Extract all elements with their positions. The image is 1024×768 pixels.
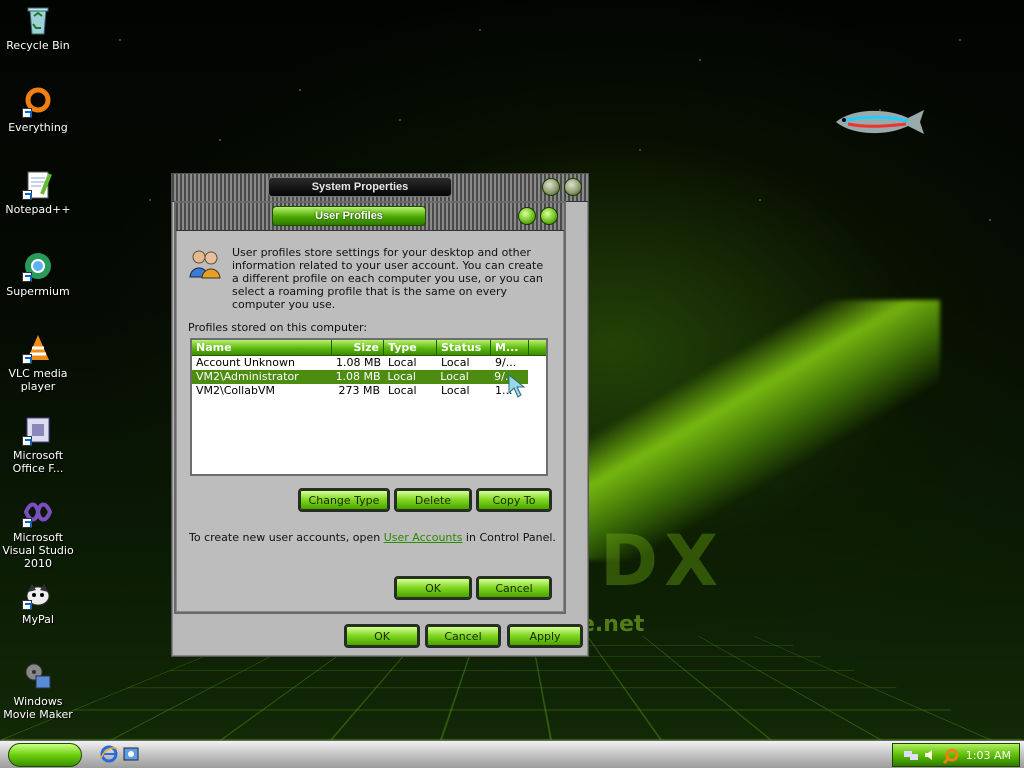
- cell-type: Local: [384, 356, 437, 370]
- clock[interactable]: 1:03 AM: [966, 749, 1011, 762]
- desktop-icon-mypal[interactable]: MyPal: [0, 578, 76, 626]
- system-properties-apply-button[interactable]: Apply: [509, 626, 581, 646]
- desktop-icon-visual-studio[interactable]: Microsoft Visual Studio 2010: [0, 496, 76, 570]
- column-header-modified[interactable]: M...: [491, 340, 529, 355]
- user-profiles-title: User Profiles: [272, 206, 426, 226]
- cell-status: Local: [437, 384, 491, 398]
- network-icon[interactable]: [903, 748, 919, 762]
- cell-name: Account Unknown: [192, 356, 332, 370]
- desktop-icon-office[interactable]: Microsoft Office F...: [0, 414, 76, 475]
- close-button[interactable]: [564, 178, 582, 196]
- profiles-list-header: Name Size Type Status M...: [192, 340, 546, 356]
- close-button[interactable]: [540, 207, 558, 225]
- cell-name: VM2\CollabVM: [192, 384, 332, 398]
- system-properties-titlebar[interactable]: System Properties: [172, 174, 588, 202]
- desktop-icon-label: MyPal: [0, 613, 76, 626]
- cell-type: Local: [384, 384, 437, 398]
- desktop-icon-label: Recycle Bin: [0, 39, 76, 52]
- shortcut-arrow-icon: [22, 190, 32, 200]
- cell-status: Local: [436, 370, 490, 384]
- cell-size: 1.08 MB: [332, 356, 384, 370]
- cell-type: Local: [383, 370, 436, 384]
- table-row[interactable]: VM2\CollabVM 273 MB Local Local 1...: [192, 384, 546, 398]
- footer-text: To create new user accounts, open User A…: [189, 531, 556, 544]
- desktop-icon-supermium[interactable]: Supermium: [0, 250, 76, 298]
- column-header-status[interactable]: Status: [437, 340, 491, 355]
- column-header-size[interactable]: Size: [332, 340, 384, 355]
- desktop-icon-label: Microsoft Office F...: [0, 449, 76, 475]
- search-icon[interactable]: [943, 748, 959, 764]
- footer-prefix: To create new user accounts, open: [189, 531, 384, 544]
- minimize-button[interactable]: [542, 178, 560, 196]
- desktop-icon-label: VLC media player: [0, 367, 76, 393]
- desktop-icon-label: Everything: [0, 121, 76, 134]
- footer-suffix: in Control Panel.: [462, 531, 555, 544]
- wallpaper-text: e.net: [580, 612, 644, 637]
- desktop-icon-notepad-plus-plus[interactable]: Notepad++: [0, 168, 76, 216]
- mouse-cursor-icon: [508, 374, 526, 398]
- desktop-icon-movie-maker[interactable]: Windows Movie Maker: [0, 660, 76, 721]
- shortcut-arrow-icon: [22, 272, 32, 282]
- shortcut-arrow-icon: [22, 108, 32, 118]
- shortcut-arrow-icon: [22, 518, 32, 528]
- desktop-icon-vlc[interactable]: VLC media player: [0, 332, 76, 393]
- description-text: User profiles store settings for your de…: [232, 246, 548, 311]
- desktop-icon-label: Windows Movie Maker: [0, 695, 76, 721]
- ok-button[interactable]: OK: [396, 578, 470, 598]
- movie-maker-icon: [22, 660, 54, 692]
- change-type-button[interactable]: Change Type: [300, 490, 388, 510]
- users-icon: [189, 249, 221, 279]
- table-row[interactable]: Account Unknown 1.08 MB Local Local 9/..…: [192, 356, 546, 370]
- desktop-icon-label: Supermium: [0, 285, 76, 298]
- taskbar: 1:03 AM: [0, 740, 1024, 768]
- internet-explorer-icon[interactable]: [100, 745, 118, 763]
- fish-icon: [828, 104, 926, 140]
- table-row-selected[interactable]: VM2\Administrator 1.08 MB Local Local 9/…: [192, 370, 528, 384]
- system-tray: 1:03 AM: [892, 743, 1020, 767]
- shortcut-arrow-icon: [22, 354, 32, 364]
- cell-modified: 9/...: [491, 356, 529, 370]
- user-accounts-link[interactable]: User Accounts: [384, 531, 463, 544]
- desktop-icon-everything[interactable]: Everything: [0, 86, 76, 134]
- desktop-icon-label: Microsoft Visual Studio 2010: [0, 531, 76, 570]
- show-desktop-icon[interactable]: [122, 745, 140, 763]
- user-profiles-titlebar[interactable]: User Profiles: [176, 203, 564, 231]
- desktop-icon-recycle-bin[interactable]: Recycle Bin: [0, 4, 76, 52]
- cell-status: Local: [437, 356, 491, 370]
- column-header-name[interactable]: Name: [192, 340, 332, 355]
- profiles-list[interactable]: Name Size Type Status M... Account Unkno…: [190, 338, 548, 476]
- help-button[interactable]: [518, 207, 536, 225]
- start-button[interactable]: [8, 743, 82, 767]
- profiles-list-label: Profiles stored on this computer:: [188, 321, 367, 334]
- delete-button[interactable]: Delete: [396, 490, 470, 510]
- cell-size: 273 MB: [332, 384, 384, 398]
- cell-size: 1.08 MB: [332, 370, 384, 384]
- shortcut-arrow-icon: [22, 436, 32, 446]
- copy-to-button[interactable]: Copy To: [478, 490, 550, 510]
- system-properties-ok-button[interactable]: OK: [346, 626, 418, 646]
- cancel-button[interactable]: Cancel: [478, 578, 550, 598]
- system-properties-cancel-button[interactable]: Cancel: [427, 626, 499, 646]
- column-header-type[interactable]: Type: [384, 340, 437, 355]
- cell-name: VM2\Administrator: [192, 370, 332, 384]
- volume-icon[interactable]: [923, 748, 939, 762]
- system-properties-title: System Properties: [268, 177, 452, 197]
- desktop-icon-label: Notepad++: [0, 203, 76, 216]
- recycle-bin-icon: [22, 4, 54, 36]
- wallpaper-logo: DX: [600, 520, 724, 602]
- shortcut-arrow-icon: [22, 600, 32, 610]
